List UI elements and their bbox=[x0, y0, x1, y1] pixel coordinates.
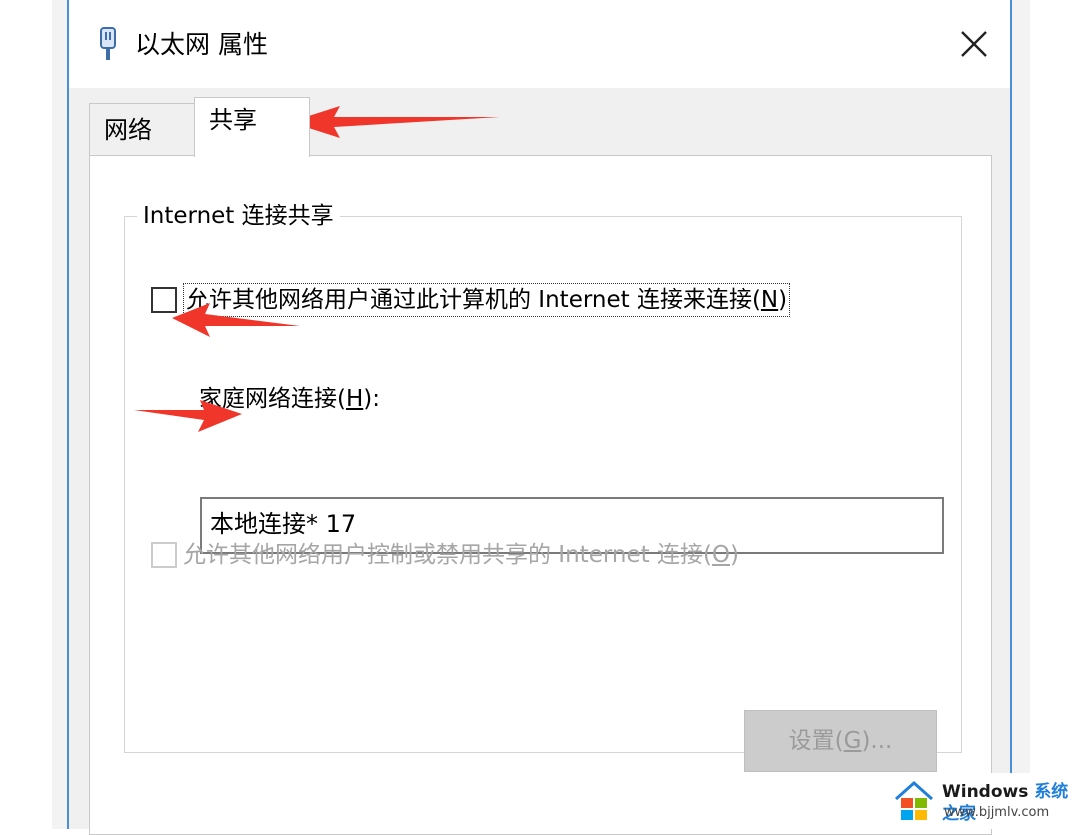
background-window-left bbox=[52, 0, 68, 829]
sharing-panel: Internet 连接共享 允许其他网络用户通过此计算机的 Internet 连… bbox=[89, 155, 992, 835]
tab-sharing[interactable]: 共享 bbox=[194, 97, 310, 157]
allow-control-checkbox bbox=[151, 542, 177, 568]
allow-control-label: 允许其他网络用户控制或禁用共享的 Internet 连接(O) bbox=[183, 542, 740, 568]
tab-network[interactable]: 网络 bbox=[89, 103, 195, 155]
dialog-body: 网络 共享 Internet 连接共享 允许其他网络用户通过此计算机的 Inte… bbox=[69, 88, 1010, 835]
ethernet-adapter-icon bbox=[100, 27, 116, 60]
home-network-label: 家庭网络连接(H): bbox=[199, 386, 381, 412]
ics-groupbox: Internet 连接共享 允许其他网络用户通过此计算机的 Internet 连… bbox=[124, 201, 962, 772]
ics-group-legend: Internet 连接共享 bbox=[137, 201, 340, 231]
settings-button: 设置(G)... bbox=[744, 710, 937, 772]
allow-share-row[interactable]: 允许其他网络用户通过此计算机的 Internet 连接来连接(N) bbox=[151, 283, 791, 317]
allow-control-row: 允许其他网络用户控制或禁用共享的 Internet 连接(O) bbox=[151, 539, 739, 571]
title-bar: 以太网 属性 bbox=[69, 0, 1010, 88]
windows-logo-icon bbox=[895, 780, 933, 820]
close-icon[interactable] bbox=[952, 22, 996, 66]
site-watermark: Windows 系统之家 www.bjjmlv.com bbox=[890, 773, 1080, 829]
window-title: 以太网 属性 bbox=[135, 30, 268, 59]
properties-dialog: 以太网 属性 网络 共享 Internet 连接共享 允许其他网络用户通过此计算… bbox=[67, 0, 1012, 835]
watermark-url: www.bjjmlv.com bbox=[944, 805, 1050, 820]
allow-share-checkbox[interactable] bbox=[151, 287, 177, 313]
background-window-right bbox=[1012, 0, 1030, 829]
allow-share-label[interactable]: 允许其他网络用户通过此计算机的 Internet 连接来连接(N) bbox=[183, 283, 791, 317]
